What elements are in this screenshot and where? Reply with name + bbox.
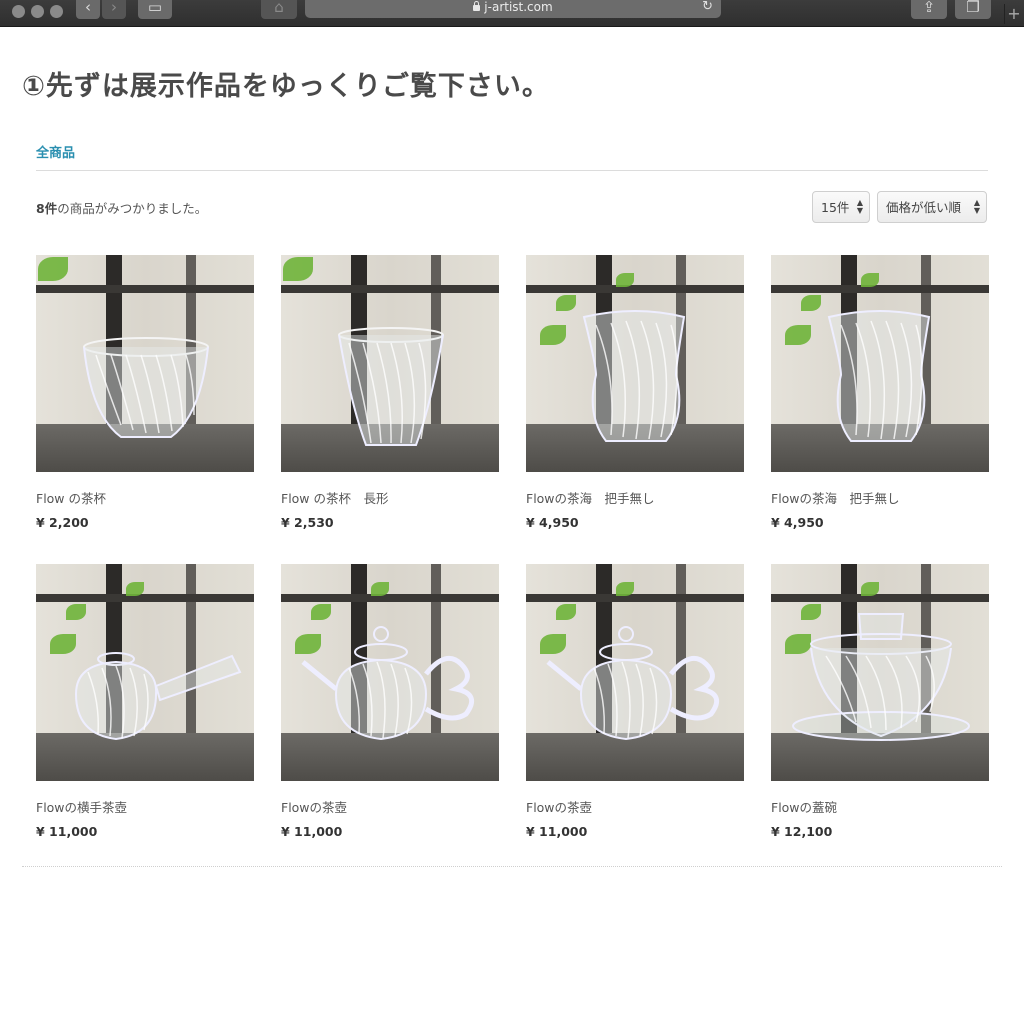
product-price: ¥ 2,530 bbox=[281, 515, 334, 530]
url-text: j-artist.com bbox=[484, 0, 553, 14]
product-card[interactable]: Flowの茶壺 ¥ 11,000 bbox=[526, 564, 744, 839]
tabs-overview-icon[interactable]: ❐ bbox=[955, 0, 991, 19]
product-image[interactable] bbox=[36, 564, 254, 781]
result-count-number: 8件 bbox=[36, 201, 58, 216]
lock-icon bbox=[473, 1, 481, 11]
forward-icon[interactable]: › bbox=[102, 0, 126, 19]
product-price: ¥ 4,950 bbox=[771, 515, 824, 530]
product-name[interactable]: Flowの茶壺 bbox=[281, 797, 499, 816]
product-card[interactable]: Flowの蓋碗 ¥ 12,100 bbox=[771, 564, 989, 839]
divider bbox=[36, 170, 988, 171]
product-image[interactable] bbox=[771, 564, 989, 781]
select-arrows-icon: ▲ ▼ bbox=[973, 198, 980, 215]
product-image[interactable] bbox=[771, 255, 989, 472]
product-image[interactable] bbox=[36, 255, 254, 472]
result-count-text: の商品がみつかりました。 bbox=[57, 201, 208, 216]
product-price: ¥ 2,200 bbox=[36, 515, 89, 530]
product-name[interactable]: Flow の茶杯 長形 bbox=[281, 488, 499, 507]
select-arrows-icon: ▲ ▼ bbox=[856, 198, 863, 215]
share-icon[interactable]: ⇪ bbox=[911, 0, 947, 19]
product-card[interactable]: Flowの横手茶壺 ¥ 11,000 bbox=[36, 564, 254, 839]
product-price: ¥ 12,100 bbox=[771, 824, 833, 839]
new-tab-icon[interactable]: + bbox=[1004, 4, 1023, 24]
sort-select[interactable]: 価格が低い順 ▲ ▼ bbox=[877, 191, 987, 223]
product-card[interactable]: Flowの茶海 把手無し ¥ 4,950 bbox=[771, 255, 989, 530]
product-name[interactable]: Flowの茶海 把手無し bbox=[771, 488, 989, 507]
zoom-window-icon[interactable] bbox=[50, 5, 63, 18]
product-name[interactable]: Flowの横手茶壺 bbox=[36, 797, 254, 816]
product-image[interactable] bbox=[526, 564, 744, 781]
product-name[interactable]: Flow の茶杯 bbox=[36, 488, 254, 507]
product-price: ¥ 11,000 bbox=[526, 824, 588, 839]
close-window-icon[interactable] bbox=[12, 5, 25, 18]
reload-icon[interactable]: ↻ bbox=[702, 0, 713, 18]
home-icon[interactable]: ⌂ bbox=[261, 0, 297, 19]
minimize-window-icon[interactable] bbox=[31, 5, 44, 18]
per-page-value: 15件 bbox=[821, 200, 850, 215]
product-name[interactable]: Flowの茶壺 bbox=[526, 797, 744, 816]
product-price: ¥ 4,950 bbox=[526, 515, 579, 530]
product-name[interactable]: Flowの蓋碗 bbox=[771, 797, 989, 816]
result-count: 8件の商品がみつかりました。 bbox=[36, 198, 207, 217]
sort-value: 価格が低い順 bbox=[886, 200, 962, 215]
per-page-select[interactable]: 15件 ▲ ▼ bbox=[812, 191, 870, 223]
page-title: ①先ずは展示作品をゆっくりご覧下さい。 bbox=[22, 71, 550, 102]
product-name[interactable]: Flowの茶海 把手無し bbox=[526, 488, 744, 507]
product-card[interactable]: Flowの茶海 把手無し ¥ 4,950 bbox=[526, 255, 744, 530]
address-bar[interactable]: j-artist.com ↻ bbox=[305, 0, 721, 18]
product-card[interactable]: Flow の茶杯 長形 ¥ 2,530 bbox=[281, 255, 499, 530]
product-card[interactable]: Flow の茶杯 ¥ 2,200 bbox=[36, 255, 254, 530]
product-price: ¥ 11,000 bbox=[281, 824, 343, 839]
sidebar-icon[interactable]: ▭ bbox=[138, 0, 172, 19]
browser-toolbar: ‹ › ▭ ⌂ j-artist.com ↻ ⇪ ❐ + bbox=[0, 0, 1024, 27]
product-price: ¥ 11,000 bbox=[36, 824, 98, 839]
product-image[interactable] bbox=[526, 255, 744, 472]
product-image[interactable] bbox=[281, 255, 499, 472]
divider bbox=[22, 866, 1002, 867]
tab-all-products[interactable]: 全商品 bbox=[36, 142, 75, 161]
product-image[interactable] bbox=[281, 564, 499, 781]
back-icon[interactable]: ‹ bbox=[76, 0, 100, 19]
product-card[interactable]: Flowの茶壺 ¥ 11,000 bbox=[281, 564, 499, 839]
